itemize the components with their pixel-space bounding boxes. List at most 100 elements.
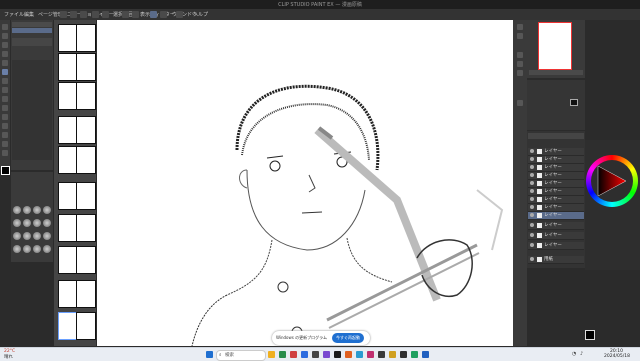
layer-item[interactable]: レイヤー	[528, 242, 584, 250]
move-tool-icon[interactable]	[2, 33, 8, 39]
brush-icon[interactable]	[2, 87, 8, 93]
layer-eye-icon[interactable]	[530, 149, 534, 153]
redo-icon[interactable]	[102, 11, 109, 18]
page-thumbnail[interactable]	[58, 214, 78, 242]
task-view-icon[interactable]	[268, 351, 275, 358]
layer-eye-icon[interactable]	[530, 213, 534, 217]
layer-item[interactable]: レイヤー	[528, 204, 584, 212]
material-tab-icon[interactable]	[517, 100, 523, 106]
eyedropper-icon[interactable]	[2, 60, 8, 66]
brush-size-swatch[interactable]	[33, 219, 41, 227]
clock-date[interactable]: 2024/05/18	[604, 354, 630, 359]
new-icon[interactable]	[60, 11, 67, 18]
layer-property-tab-icon[interactable]	[517, 52, 523, 58]
app-icon[interactable]	[422, 351, 429, 358]
lasso-tool-icon[interactable]	[2, 51, 8, 57]
app-icon[interactable]	[290, 351, 297, 358]
page-thumbnail[interactable]	[76, 53, 96, 81]
ruler-icon[interactable]	[160, 11, 167, 18]
page-thumbnail[interactable]	[58, 280, 78, 308]
app-icon[interactable]	[345, 351, 352, 358]
app-icon[interactable]	[367, 351, 374, 358]
fill-icon[interactable]	[2, 114, 8, 120]
app-icon[interactable]	[356, 351, 363, 358]
main-color-chip[interactable]	[585, 330, 595, 340]
page-thumbnail[interactable]	[58, 24, 78, 52]
brush-size-swatch[interactable]	[43, 245, 51, 253]
figure-icon[interactable]	[2, 132, 8, 138]
layer-eye-icon[interactable]	[530, 233, 534, 237]
layer-item[interactable]: レイヤー	[528, 172, 584, 180]
layer-eye-icon[interactable]	[530, 205, 534, 209]
app-icon[interactable]	[378, 351, 385, 358]
layer-item[interactable]: レイヤー	[528, 156, 584, 164]
color-saturation-triangle[interactable]	[596, 164, 628, 198]
layer-item[interactable]: レイヤー	[528, 196, 584, 204]
clear-icon[interactable]	[122, 11, 129, 18]
app-icon[interactable]	[323, 351, 330, 358]
balloon-icon[interactable]	[2, 150, 8, 156]
layer-item[interactable]: レイヤー	[528, 148, 584, 156]
page-thumbnail-selected[interactable]	[58, 312, 78, 340]
pencil-icon[interactable]	[2, 78, 8, 84]
brush-size-swatch[interactable]	[13, 219, 21, 227]
canvas[interactable]	[97, 20, 513, 346]
app-icon[interactable]	[400, 351, 407, 358]
edge-icon[interactable]	[301, 351, 308, 358]
gradient-icon[interactable]	[2, 123, 8, 129]
layer-item[interactable]: レイヤー	[528, 232, 584, 240]
layer-item[interactable]: レイヤー	[528, 188, 584, 196]
page-thumbnail[interactable]	[58, 146, 78, 174]
save-icon[interactable]	[80, 11, 87, 18]
page-thumbnail[interactable]	[76, 280, 96, 308]
main-color-swatch[interactable]	[1, 166, 10, 175]
page-thumbnail[interactable]	[58, 82, 78, 110]
airbrush-icon[interactable]	[2, 96, 8, 102]
page-thumbnail[interactable]	[76, 116, 96, 144]
brush-size-swatch[interactable]	[23, 232, 31, 240]
sub-view-tab-icon[interactable]	[517, 33, 523, 39]
brush-size-swatch[interactable]	[23, 206, 31, 214]
layer-eye-icon[interactable]	[530, 197, 534, 201]
restart-now-button[interactable]: 今すぐ再起動	[332, 333, 364, 343]
explorer-icon[interactable]	[279, 351, 286, 358]
layer-eye-icon[interactable]	[530, 257, 534, 261]
history-tab-icon[interactable]	[517, 70, 523, 76]
sub-tool-selected[interactable]	[12, 28, 52, 33]
page-thumbnail[interactable]	[76, 312, 96, 340]
navigator-zoom-slider[interactable]	[529, 70, 583, 75]
brush-size-swatch[interactable]	[23, 219, 31, 227]
brush-size-swatch[interactable]	[33, 232, 41, 240]
zoom-tool-icon[interactable]	[2, 24, 8, 30]
layer-item-selected[interactable]: レイヤー	[528, 212, 584, 220]
page-thumbnail[interactable]	[58, 116, 78, 144]
wifi-icon[interactable]: ◔	[572, 351, 576, 357]
page-thumbnail[interactable]	[76, 182, 96, 210]
pen-icon[interactable]	[2, 69, 8, 75]
brush-size-swatch[interactable]	[13, 232, 21, 240]
transform-icon[interactable]	[132, 11, 139, 18]
page-thumbnail[interactable]	[76, 146, 96, 174]
settings-icon[interactable]	[176, 11, 183, 18]
menu-item-help[interactable]: ヘルプ	[193, 11, 208, 18]
store-icon[interactable]	[312, 351, 319, 358]
menu-item-file[interactable]: ファイル	[4, 11, 24, 18]
eraser-icon[interactable]	[2, 105, 8, 111]
app-icon[interactable]	[411, 351, 418, 358]
layer-eye-icon[interactable]	[530, 173, 534, 177]
volume-icon[interactable]: ♪	[580, 351, 583, 357]
select-tool-icon[interactable]	[2, 42, 8, 48]
color-tab-icon[interactable]	[517, 61, 523, 67]
page-thumbnail[interactable]	[76, 246, 96, 274]
open-icon[interactable]	[70, 11, 77, 18]
brush-size-swatch[interactable]	[43, 219, 51, 227]
layer-eye-icon[interactable]	[530, 189, 534, 193]
page-thumbnail[interactable]	[76, 82, 96, 110]
brush-size-swatch[interactable]	[33, 245, 41, 253]
brush-size-swatch[interactable]	[23, 245, 31, 253]
clip-studio-icon[interactable]	[334, 351, 341, 358]
layer-item[interactable]: レイヤー	[528, 180, 584, 188]
layer-eye-icon[interactable]	[530, 223, 534, 227]
page-thumbnail[interactable]	[58, 53, 78, 81]
layer-eye-icon[interactable]	[530, 243, 534, 247]
